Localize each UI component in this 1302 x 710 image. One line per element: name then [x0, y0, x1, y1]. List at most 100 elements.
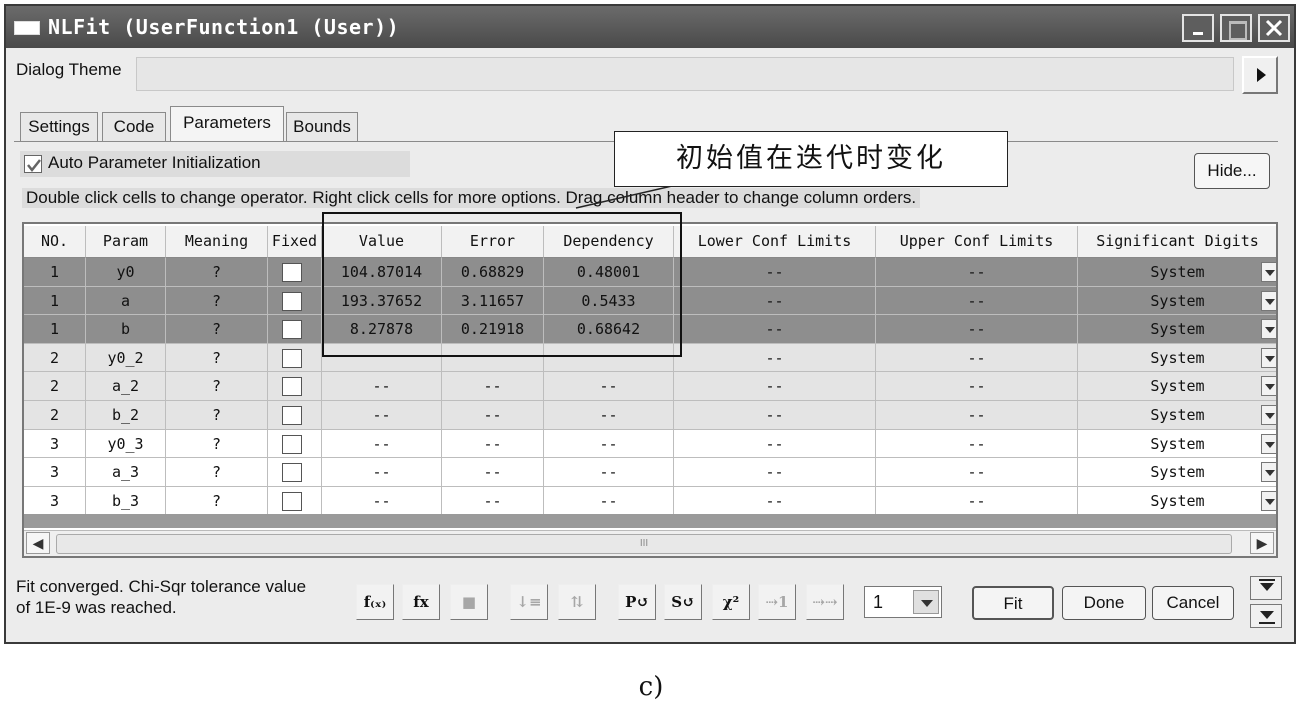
cell-dependency[interactable]: --	[544, 458, 674, 487]
chevron-down-icon[interactable]	[1261, 319, 1276, 340]
cell-no[interactable]: 2	[24, 343, 86, 373]
dialog-theme-field[interactable]	[136, 57, 1234, 91]
cell-digits[interactable]: System	[1078, 315, 1276, 344]
cell-no[interactable]: 3	[24, 458, 86, 487]
cell-fixed[interactable]	[268, 315, 322, 344]
cell-value[interactable]: --	[322, 372, 442, 401]
sort-updown-icon[interactable]: ⇅	[558, 584, 596, 620]
chevron-down-icon[interactable]	[1261, 290, 1276, 311]
fixed-checkbox[interactable]	[282, 263, 302, 282]
iterate-one-icon[interactable]: ⇢1	[758, 584, 796, 620]
chevron-down-icon[interactable]	[1261, 262, 1276, 282]
close-button[interactable]	[1258, 14, 1290, 42]
tab-code[interactable]: Code	[102, 112, 166, 142]
table-row[interactable]: 3 a_3? -- -- -- -- -- System	[24, 458, 1276, 487]
table-row[interactable]: 3 b_3? -- -- -- -- -- System	[24, 486, 1276, 516]
cell-digits[interactable]: System	[1078, 458, 1276, 487]
cell-lower[interactable]: --	[674, 372, 876, 401]
cell-param[interactable]: a	[86, 286, 166, 316]
table-row[interactable]: 1 y0? 104.87014 0.68829 0.48001 -- -- System	[24, 258, 1276, 287]
cell-upper[interactable]: --	[876, 401, 1078, 430]
fixed-checkbox[interactable]	[282, 491, 302, 511]
cell-upper[interactable]: --	[876, 286, 1078, 316]
cell-meaning[interactable]: ?	[166, 429, 268, 459]
save-icon[interactable]: ■	[450, 584, 488, 620]
tab-bounds[interactable]: Bounds	[286, 112, 358, 142]
cell-value[interactable]: 8.27878	[322, 315, 442, 344]
cell-upper[interactable]: --	[876, 343, 1078, 373]
fixed-checkbox[interactable]	[282, 348, 302, 368]
cell-meaning[interactable]: ?	[166, 315, 268, 344]
cell-value[interactable]: 193.37652	[322, 286, 442, 316]
sort-down-icon[interactable]: ↓≡	[510, 584, 548, 620]
chevron-down-icon[interactable]	[1261, 376, 1276, 397]
done-button[interactable]: Done	[1062, 586, 1146, 620]
maximize-button[interactable]	[1220, 14, 1252, 42]
cell-meaning[interactable]: ?	[166, 258, 268, 287]
cell-fixed[interactable]	[268, 286, 322, 316]
fixed-checkbox[interactable]	[282, 434, 302, 454]
auto-param-init-row[interactable]: Auto Parameter Initialization	[20, 151, 410, 177]
cell-meaning[interactable]: ?	[166, 286, 268, 316]
cell-error[interactable]: --	[442, 458, 544, 487]
cell-digits[interactable]: System	[1078, 430, 1276, 459]
fixed-checkbox[interactable]	[282, 406, 302, 425]
tab-parameters[interactable]: Parameters	[170, 106, 284, 142]
cell-upper[interactable]: --	[876, 486, 1078, 516]
param-reset-icon[interactable]: P↺	[618, 584, 656, 620]
cell-error[interactable]: --	[442, 486, 544, 516]
chevron-down-icon[interactable]	[1261, 433, 1276, 454]
auto-param-init-checkbox[interactable]	[24, 155, 42, 173]
cell-lower[interactable]: --	[674, 458, 876, 487]
table-row[interactable]: 1 a? 193.37652 3.11657 0.5433 -- -- System	[24, 286, 1276, 316]
cell-param[interactable]: a_3	[86, 458, 166, 487]
cell-error[interactable]: 0.21918	[442, 315, 544, 344]
cell-value[interactable]: 104.87014	[322, 258, 442, 287]
cell-param[interactable]: y0	[86, 258, 166, 287]
cell-meaning[interactable]: ?	[166, 401, 268, 430]
cancel-button[interactable]: Cancel	[1152, 586, 1234, 620]
cell-dependency[interactable]: 0.5433	[544, 286, 674, 316]
iteration-count-select[interactable]: 1	[864, 586, 942, 618]
cell-no[interactable]: 1	[24, 258, 86, 287]
cell-lower[interactable]: --	[674, 343, 876, 373]
col-header-significant-digits[interactable]: Significant Digits	[1078, 226, 1276, 258]
cell-fixed[interactable]	[268, 372, 322, 401]
cell-param[interactable]: b	[86, 315, 166, 344]
iterate-all-icon[interactable]: ⇢⇢	[806, 584, 844, 620]
cell-digits[interactable]: System	[1078, 258, 1276, 287]
chevron-down-icon[interactable]	[1261, 462, 1276, 483]
cell-error[interactable]: --	[442, 429, 544, 459]
cell-meaning[interactable]: ?	[166, 343, 268, 373]
cell-digits[interactable]: System	[1078, 287, 1276, 316]
fx-icon[interactable]: fx	[402, 584, 440, 620]
cell-lower[interactable]: --	[674, 429, 876, 459]
cell-value[interactable]: --	[322, 429, 442, 459]
fit-button[interactable]: Fit	[972, 586, 1054, 620]
cell-dependency[interactable]: --	[544, 486, 674, 516]
table-row[interactable]: 1 b? 8.27878 0.21918 0.68642 -- -- System	[24, 315, 1276, 344]
col-header-upper-conf[interactable]: Upper Conf Limits	[876, 226, 1078, 258]
chevron-down-icon[interactable]	[1261, 405, 1276, 425]
cell-digits[interactable]: System	[1078, 372, 1276, 401]
cell-error[interactable]: --	[442, 401, 544, 430]
tab-settings[interactable]: Settings	[20, 112, 98, 142]
cell-lower[interactable]: --	[674, 401, 876, 430]
cell-upper[interactable]: --	[876, 458, 1078, 487]
cell-error[interactable]: 0.68829	[442, 258, 544, 287]
cell-meaning[interactable]: ?	[166, 486, 268, 516]
cell-upper[interactable]: --	[876, 315, 1078, 344]
table-row[interactable]: 2 a_2? -- -- -- -- -- System	[24, 372, 1276, 401]
s-reset-icon[interactable]: S↺	[664, 584, 702, 620]
cell-dependency[interactable]: 0.48001	[544, 258, 674, 287]
cell-no[interactable]: 1	[24, 315, 86, 344]
cell-lower[interactable]: --	[674, 315, 876, 344]
cell-value[interactable]: --	[322, 401, 442, 430]
cell-upper[interactable]: --	[876, 258, 1078, 287]
col-header-fixed[interactable]: Fixed	[268, 226, 322, 258]
cell-value[interactable]: --	[322, 486, 442, 516]
scroll-left-button[interactable]: ◀	[26, 532, 50, 554]
scroll-right-button[interactable]: ▶	[1250, 532, 1274, 554]
cell-fixed[interactable]	[268, 343, 322, 373]
chevron-down-icon[interactable]	[1261, 490, 1276, 511]
